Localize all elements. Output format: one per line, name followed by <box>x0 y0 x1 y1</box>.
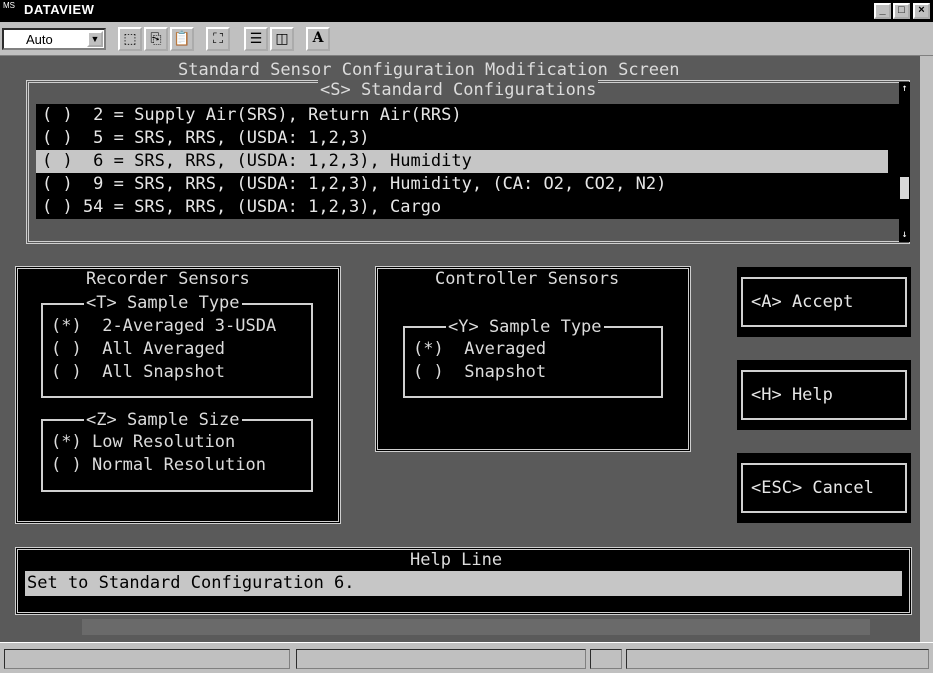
minimize-button[interactable]: _ <box>874 3 891 19</box>
configuration-list[interactable]: ( ) 2 = Supply Air(SRS), Return Air(RRS)… <box>36 104 901 219</box>
option-label: 2-Averaged 3-USDA <box>102 316 277 336</box>
radio-mark[interactable]: (*) <box>51 432 82 452</box>
radio-mark[interactable]: (*) <box>51 316 82 336</box>
scroll-thumb[interactable] <box>900 177 909 199</box>
config-option-6[interactable]: ( ) 6 = SRS, RRS, (USDA: 1,2,3), Humidit… <box>36 150 888 173</box>
recorder-type-option-averaged-usda[interactable]: (*) 2-Averaged 3-USDA <box>51 316 276 336</box>
paste-icon[interactable]: 📋 <box>170 27 194 51</box>
option-label: All Averaged <box>102 339 226 359</box>
maximize-button[interactable]: □ <box>893 3 910 19</box>
title-bar[interactable]: MS DATAVIEW _ □ × <box>0 0 933 22</box>
radio-mark[interactable]: ( ) <box>51 455 82 475</box>
option-label: Low Resolution <box>91 432 236 452</box>
fullscreen-icon[interactable]: ⛶ <box>206 27 230 51</box>
console-screen: Standard Sensor Configuration Modificati… <box>0 56 920 642</box>
config-option-9[interactable]: ( ) 9 = SRS, RRS, (USDA: 1,2,3), Humidit… <box>36 173 888 196</box>
font-size-value: Auto <box>26 32 53 47</box>
font-icon[interactable]: A <box>306 27 330 51</box>
mark-icon[interactable]: ⬚ <box>118 27 142 51</box>
option-label: Snapshot <box>464 362 547 382</box>
copy-icon[interactable]: ⎘ <box>144 27 168 51</box>
toolbar: Auto ▼ ⬚ ⎘ 📋 ⛶ ☰ ◫ A <box>0 22 933 56</box>
radio-mark[interactable]: ( ) <box>51 362 82 382</box>
option-label: Averaged <box>464 339 547 359</box>
status-cell-2 <box>296 649 586 669</box>
radio-mark[interactable]: ( ) <box>51 339 82 359</box>
radio-mark[interactable]: ( ) <box>413 362 444 382</box>
recorder-sensors-legend: Recorder Sensors <box>84 269 252 289</box>
cancel-button[interactable]: <ESC> Cancel <box>741 463 907 513</box>
help-button[interactable]: <H> Help <box>741 370 907 420</box>
recorder-type-option-all-snapshot[interactable]: ( ) All Snapshot <box>51 362 225 382</box>
help-line-text: Set to Standard Configuration 6. <box>25 571 902 596</box>
radio-mark[interactable]: (*) <box>413 339 444 359</box>
controller-type-option-averaged[interactable]: (*) Averaged <box>413 339 546 359</box>
status-cell-4 <box>626 649 929 669</box>
app-icon[interactable]: MS <box>3 2 21 20</box>
size-option-low-resolution[interactable]: (*) Low Resolution <box>51 432 235 452</box>
standard-configurations-legend: <S> Standard Configurations <box>318 80 599 100</box>
window-title: DATAVIEW <box>24 2 95 17</box>
background-icon[interactable]: ◫ <box>270 27 294 51</box>
config-scrollbar[interactable]: ↑ ↓ <box>899 82 910 242</box>
config-option-5[interactable]: ( ) 5 = SRS, RRS, (USDA: 1,2,3) <box>36 127 888 150</box>
close-button[interactable]: × <box>913 3 930 19</box>
option-label: All Snapshot <box>102 362 226 382</box>
console-bottom-strip <box>82 619 870 635</box>
chevron-down-icon[interactable]: ▼ <box>87 31 103 47</box>
controller-sample-type-legend: <Y> Sample Type <box>446 317 604 337</box>
help-line-legend: Help Line <box>408 550 505 570</box>
config-option-54[interactable]: ( ) 54 = SRS, RRS, (USDA: 1,2,3), Cargo <box>36 196 888 219</box>
status-bar <box>0 642 933 673</box>
status-cell-3 <box>590 649 622 669</box>
controller-sensors-legend: Controller Sensors <box>433 269 622 289</box>
properties-icon[interactable]: ☰ <box>244 27 268 51</box>
controller-type-option-snapshot[interactable]: ( ) Snapshot <box>413 362 546 382</box>
recorder-sample-size-legend: <Z> Sample Size <box>84 410 242 430</box>
config-option-2[interactable]: ( ) 2 = Supply Air(SRS), Return Air(RRS) <box>36 104 888 127</box>
accept-button[interactable]: <A> Accept <box>741 277 907 327</box>
scroll-up-icon[interactable]: ↑ <box>899 82 910 96</box>
recorder-type-option-all-averaged[interactable]: ( ) All Averaged <box>51 339 225 359</box>
screen-title: Standard Sensor Configuration Modificati… <box>178 60 680 80</box>
window-right-edge <box>920 56 933 642</box>
scroll-down-icon[interactable]: ↓ <box>899 228 910 242</box>
font-size-select[interactable]: Auto ▼ <box>2 28 106 50</box>
status-cell-1 <box>4 649 290 669</box>
option-label: Normal Resolution <box>91 455 266 475</box>
size-option-normal-resolution[interactable]: ( ) Normal Resolution <box>51 455 266 475</box>
recorder-sample-type-legend: <T> Sample Type <box>84 293 242 313</box>
